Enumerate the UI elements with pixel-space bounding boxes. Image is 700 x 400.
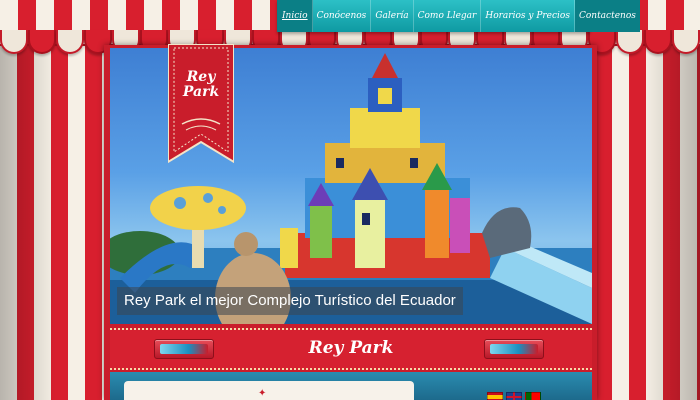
nav-item-horarios-precios[interactable]: Horarios y Precios (481, 0, 575, 32)
nav-item-inicio[interactable]: Inicio (278, 0, 313, 32)
star-icon: ✦ (258, 388, 267, 399)
logo-ribbon[interactable] (168, 44, 234, 164)
next-slide-button[interactable] (484, 339, 544, 359)
es-flag-icon[interactable] (487, 392, 503, 400)
nav-item-conocenos[interactable]: Conócenos (313, 0, 372, 32)
pt-flag-icon[interactable] (525, 392, 541, 400)
main-nav: Inicio Conócenos Galería Como Llegar Hor… (277, 0, 640, 32)
en-flag-icon[interactable] (506, 392, 522, 400)
content-card (124, 381, 414, 400)
strip-logo: Rey Park (308, 338, 394, 358)
nav-item-galeria[interactable]: Galería (371, 0, 414, 32)
nav-item-como-llegar[interactable]: Como Llegar (414, 0, 482, 32)
hero-caption: Rey Park el mejor Complejo Turístico del… (117, 287, 463, 315)
logo-text: Rey Park (182, 69, 220, 100)
language-selector (487, 392, 541, 400)
slide-thumbnail-icon (160, 344, 208, 354)
nav-item-contactenos[interactable]: Contactenos (574, 0, 640, 32)
slide-thumbnail-icon (490, 344, 538, 354)
prev-slide-button[interactable] (154, 339, 214, 359)
